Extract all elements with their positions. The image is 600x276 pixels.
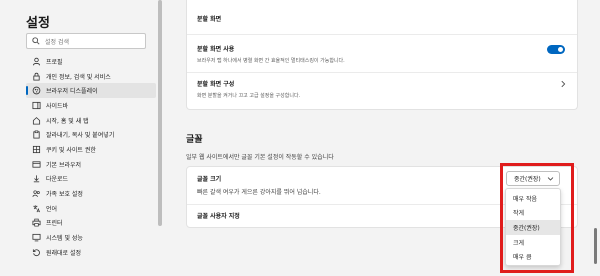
sidebar-item-label: 시작, 홈 및 새 탭 — [46, 117, 89, 125]
search-icon — [32, 37, 40, 45]
split-screen-card: 분할 화면 분할 화면 사용 브라우저 탭 하나에서 병렬 화면 간 효율적인 … — [186, 0, 578, 110]
search-input[interactable]: 설정 검색 — [26, 33, 146, 49]
split-screen-header: 분할 화면 — [197, 16, 222, 23]
main-scrollbar[interactable] — [594, 228, 597, 264]
font-size-preview: 빠른 갈색 여우가 게으른 강아지를 뛰어 넘습니다. — [197, 189, 321, 196]
sidebar-item-cookies[interactable]: 쿠키 및 사이트 권한 — [26, 142, 156, 157]
sidebar-item-clipboard[interactable]: 잘라내기, 복사 및 붙여넣기 — [26, 127, 156, 142]
split-screen-toggle[interactable] — [547, 45, 565, 54]
sidebar-item-label: 브라우저 디스플레이 — [46, 88, 98, 96]
sidebar-item-label: 쿠키 및 사이트 권한 — [46, 146, 96, 154]
sidebar-item-label: 가족 보호 설정 — [46, 191, 83, 199]
family-icon — [32, 190, 40, 198]
cookie-icon — [32, 145, 41, 154]
sidebar-icon — [32, 101, 41, 109]
sidebar-item-label: 기본 브라우저 — [46, 161, 82, 169]
sidebar-item-label: 언어 — [46, 205, 58, 213]
reset-icon — [32, 249, 40, 256]
chevron-right-icon[interactable] — [559, 80, 567, 88]
sidebar-item-label: 프로필 — [46, 58, 63, 66]
divider — [187, 34, 577, 35]
sidebar-item-system[interactable]: 시스템 및 성능 — [26, 230, 156, 245]
sidebar-nav: 프로필 개인 정보, 검색 및 서비스 브라우저 디스플레이 사이드바 시작, … — [26, 54, 156, 260]
split-screen-config-desc: 화면 분할을 켜거나 끄고 고급 설정을 구성합니다. — [197, 93, 301, 99]
font-size-row: 글꼴 크기 빠른 갈색 여우가 게으른 강아지를 뛰어 넘습니다. — [197, 174, 321, 196]
settings-sidebar: 설정 설정 검색 프로필 개인 정보, 검색 및 서비스 브라우저 디스플레이 … — [0, 0, 162, 276]
font-section-subtitle: 일부 웹 사이트에서만 글꼴 기본 설정이 작동할 수 있습니다 — [186, 154, 334, 161]
sidebar-item-default-browser[interactable]: 기본 브라우저 — [26, 157, 156, 172]
clipboard-icon — [33, 130, 40, 139]
divider — [187, 72, 577, 73]
sidebar-item-downloads[interactable]: 다운로드 — [26, 172, 156, 187]
sidebar-item-label: 시스템 및 성능 — [46, 235, 83, 243]
sidebar-item-label: 원래대로 설정 — [46, 249, 82, 257]
sidebar-item-appearance[interactable]: 브라우저 디스플레이 — [26, 83, 156, 99]
sidebar-item-family[interactable]: 가족 보호 설정 — [26, 186, 156, 201]
split-screen-config-title: 분할 화면 구성 — [197, 81, 235, 88]
font-section-title: 글꼴 — [186, 135, 203, 145]
split-screen-use-desc: 브라우저 탭 하나에서 병렬 화면 간 효율적인 멀티태스킹이 가능합니다. — [197, 58, 345, 64]
split-screen-config-row[interactable]: 분할 화면 구성 화면 분할을 켜거나 끄고 고급 설정을 구성합니다. — [187, 79, 577, 99]
sidebar-item-label: 다운로드 — [46, 176, 69, 184]
font-size-title: 글꼴 크기 — [197, 176, 222, 183]
sidebar-scrollbar[interactable] — [158, 0, 162, 226]
sidebar-item-privacy[interactable]: 개인 정보, 검색 및 서비스 — [26, 69, 156, 84]
printer-icon — [32, 219, 41, 227]
sidebar-item-language[interactable]: 언어 — [26, 201, 156, 216]
sidebar-item-start-home[interactable]: 시작, 홈 및 새 탭 — [26, 113, 156, 128]
split-screen-use-title: 분할 화면 사용 — [197, 46, 235, 53]
sidebar-item-label: 개인 정보, 검색 및 서비스 — [46, 73, 111, 81]
sidebar-item-reset[interactable]: 원래대로 설정 — [26, 245, 156, 260]
font-custom-title: 글꼴 사용자 지정 — [197, 213, 240, 220]
split-screen-header-row: 분할 화면 — [187, 14, 577, 23]
split-screen-use-row: 분할 화면 사용 브라우저 탭 하나에서 병렬 화면 간 효율적인 멀티태스킹이… — [187, 44, 577, 64]
font-custom-row[interactable]: 글꼴 사용자 지정 — [197, 211, 240, 220]
appearance-icon — [32, 86, 41, 95]
lock-icon — [33, 72, 40, 81]
sidebar-item-sidebar[interactable]: 사이드바 — [26, 98, 156, 113]
sidebar-item-printer[interactable]: 프린터 — [26, 216, 156, 231]
profile-icon — [32, 57, 41, 66]
sidebar-item-label: 잘라내기, 복사 및 붙여넣기 — [46, 132, 115, 140]
sidebar-item-label: 프린터 — [46, 220, 63, 228]
highlight-box — [500, 163, 574, 273]
sidebar-item-profile[interactable]: 프로필 — [26, 54, 156, 69]
language-icon — [33, 205, 40, 212]
sidebar-item-label: 사이드바 — [46, 102, 69, 110]
settings-title: 설정 — [26, 16, 50, 31]
browser-icon — [32, 161, 41, 168]
system-icon — [32, 234, 41, 242]
home-icon — [32, 116, 41, 125]
search-placeholder: 설정 검색 — [45, 38, 69, 46]
download-icon — [33, 175, 40, 183]
